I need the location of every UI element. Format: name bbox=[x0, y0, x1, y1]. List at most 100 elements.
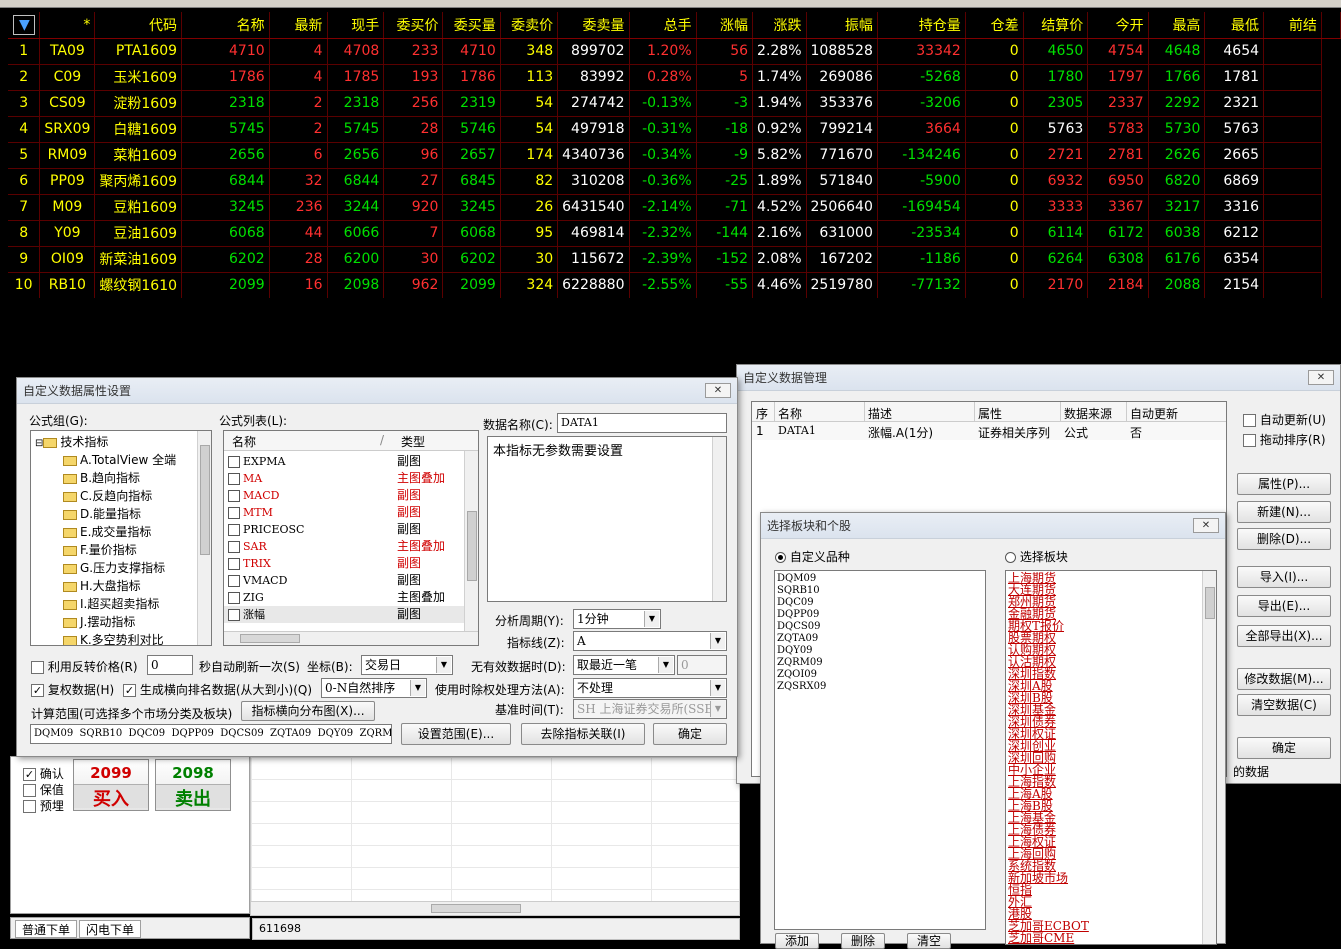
formula-item[interactable]: 涨幅 副图 bbox=[224, 606, 478, 623]
adjust-data-checkbox[interactable]: ✓ bbox=[31, 684, 44, 697]
table-row[interactable]: 1 DATA1 涨幅.A(1分) 证券相关序列 公式 否 bbox=[752, 422, 1226, 440]
table-row[interactable]: 6 PP09 聚丙烯1609 6844 32 6844 27 6845 82 310208 -0.3… bbox=[8, 168, 1341, 195]
tree-item[interactable]: D.能量指标 bbox=[35, 505, 207, 523]
collapse-icon[interactable]: ⊟ bbox=[35, 438, 43, 449]
new-button[interactable]: 新建(N)... bbox=[1237, 501, 1331, 523]
preorder-option[interactable]: 预埋 bbox=[23, 797, 64, 814]
list-item[interactable]: 新加坡市场 bbox=[1008, 872, 1214, 884]
column-header[interactable]: 前结 bbox=[1263, 12, 1322, 39]
list-item[interactable]: 外汇 bbox=[1008, 896, 1214, 908]
formula-item[interactable]: ZIG 主图叠加 bbox=[224, 589, 478, 606]
table-row[interactable]: 9 OI09 新菜油1609 6202 28 6200 30 6202 30 115672 -2.3… bbox=[8, 246, 1341, 273]
ok-button[interactable]: 确定 bbox=[1237, 737, 1331, 759]
list-item[interactable]: ZQTA09 bbox=[777, 633, 983, 645]
column-header[interactable]: 涨幅 bbox=[696, 12, 754, 39]
list-item[interactable]: DQC09 bbox=[777, 597, 983, 609]
import-button[interactable]: 导入(I)... bbox=[1237, 566, 1331, 588]
column-header[interactable]: 名称 bbox=[181, 12, 270, 39]
tab-flash-order[interactable]: 闪电下单 bbox=[79, 920, 142, 938]
list-column-header[interactable]: 自动更新 bbox=[1130, 405, 1178, 422]
preorder-checkbox[interactable] bbox=[23, 800, 36, 813]
block-list-scrollbar[interactable] bbox=[1202, 571, 1216, 944]
list-column-header[interactable]: 序 bbox=[756, 405, 768, 422]
column-header[interactable]: 最低 bbox=[1204, 12, 1265, 39]
formula-group-tree[interactable]: ⊟ 技术指标 A.TotalView 全端 B.趋向指标 C.反趋向指标 D.能量指标 E… bbox=[30, 430, 212, 646]
column-header[interactable]: 委卖价 bbox=[500, 12, 559, 39]
column-header[interactable]: 振幅 bbox=[806, 12, 878, 39]
set-range-button[interactable]: 设置范围(E)... bbox=[401, 723, 511, 745]
description-scrollbar[interactable] bbox=[712, 437, 726, 601]
rank-checkbox[interactable]: ✓ bbox=[123, 684, 136, 697]
table-row[interactable]: 8 Y09 豆油1609 6068 44 6066 7 6068 95 469814 -2.32% -… bbox=[8, 220, 1341, 247]
tree-item[interactable]: F.量价指标 bbox=[35, 541, 207, 559]
column-header[interactable]: 持仓量 bbox=[877, 12, 966, 39]
custom-code-list[interactable]: DQM09 SQRB10 DQC09 DQPP09 DQCS09 ZQTA09 DQY09 Z… bbox=[774, 570, 986, 930]
distribution-chart-button[interactable]: 指标横向分布图(X)... bbox=[241, 701, 375, 721]
formula-item[interactable]: MA 主图叠加 bbox=[224, 470, 478, 487]
tab-normal-order[interactable]: 普通下单 bbox=[15, 920, 78, 938]
list-item[interactable]: SQRB10 bbox=[777, 585, 983, 597]
invalid-data-select[interactable]: 取最近一笔 ▼ bbox=[573, 655, 675, 675]
tree-item[interactable]: I.超买超卖指标 bbox=[35, 595, 207, 613]
auto-update-checkbox[interactable] bbox=[1243, 414, 1256, 427]
column-header[interactable]: 代码 bbox=[94, 12, 183, 39]
column-header[interactable]: 涨跌 bbox=[752, 12, 807, 39]
list-column-header[interactable]: 名称 bbox=[778, 405, 802, 422]
list-item[interactable]: DQY09 bbox=[777, 645, 983, 657]
sort-arrow-icon[interactable]: ▼ bbox=[13, 14, 36, 35]
column-header[interactable]: * bbox=[39, 12, 96, 39]
list-item[interactable]: ZQRM09 bbox=[777, 657, 983, 669]
list-item[interactable]: DQPP09 bbox=[777, 609, 983, 621]
remove-association-button[interactable]: 去除指标关联(I) bbox=[521, 723, 645, 745]
axis-select[interactable]: 交易日 ▼ bbox=[361, 655, 453, 675]
formula-item[interactable]: EXPMA 副图 bbox=[224, 453, 478, 470]
indicator-line-select[interactable]: A ▼ bbox=[573, 631, 727, 651]
list-item[interactable]: ZQOI09 bbox=[777, 669, 983, 681]
horizontal-scrollbar[interactable] bbox=[251, 901, 739, 915]
buy-button[interactable]: 2099 买入 bbox=[73, 759, 149, 811]
tree-item[interactable]: H.大盘指标 bbox=[35, 577, 207, 595]
reverse-price-checkbox[interactable] bbox=[31, 661, 44, 674]
close-icon[interactable]: ✕ bbox=[1308, 370, 1334, 385]
sell-button[interactable]: 2098 卖出 bbox=[155, 759, 231, 811]
list-column-header[interactable]: 描述 bbox=[868, 405, 892, 422]
tree-item[interactable]: K.多空势利对比 bbox=[35, 631, 207, 645]
list-column-header[interactable]: 属性 bbox=[978, 405, 1002, 422]
table-row[interactable]: 7 M09 豆粕1609 3245 236 3244 920 3245 26 6431540 -2.… bbox=[8, 194, 1341, 221]
rank-select[interactable]: 0-N自然排序 ▼ bbox=[321, 678, 427, 698]
formula-list[interactable]: 名称 / 类型 EXPMA 副图 MA 主图叠加 MACD 副图 MTM 副图 PRICEOSC… bbox=[223, 430, 479, 646]
close-icon[interactable]: ✕ bbox=[1193, 518, 1219, 533]
table-row[interactable]: 3 CS09 淀粉1609 2318 2 2318 256 2319 54 274742 -0.13… bbox=[8, 90, 1341, 117]
clear-data-button[interactable]: 清空数据(C) bbox=[1237, 694, 1331, 716]
select-block-radio[interactable]: 选择板块 bbox=[1005, 548, 1068, 565]
column-header[interactable]: 最新 bbox=[269, 12, 328, 39]
export-button[interactable]: 导出(E)... bbox=[1237, 595, 1331, 617]
tree-item[interactable]: G.压力支撑指标 bbox=[35, 559, 207, 577]
formula-item[interactable]: TRIX 副图 bbox=[224, 555, 478, 572]
list-item[interactable]: 芝加哥CME bbox=[1008, 932, 1214, 944]
ok-button[interactable]: 确定 bbox=[653, 723, 727, 745]
formula-item[interactable]: VMACD 副图 bbox=[224, 572, 478, 589]
column-header[interactable]: 委买价 bbox=[383, 12, 444, 39]
tree-root[interactable]: ⊟ 技术指标 bbox=[35, 433, 207, 451]
formula-item[interactable]: SAR 主图叠加 bbox=[224, 538, 478, 555]
column-header[interactable]: 结算价 bbox=[1023, 12, 1089, 39]
reverse-price-option[interactable]: 利用反转价格(R) bbox=[31, 658, 138, 675]
list-item[interactable]: DQCS09 bbox=[777, 621, 983, 633]
scroll-thumb[interactable] bbox=[200, 445, 210, 555]
clear-button[interactable]: 清空 bbox=[907, 933, 951, 949]
tree-item[interactable]: A.TotalView 全端 bbox=[35, 451, 207, 469]
exright-select[interactable]: 不处理 ▼ bbox=[573, 678, 727, 698]
tree-item[interactable]: E.成交量指标 bbox=[35, 523, 207, 541]
column-header[interactable]: 总手 bbox=[629, 12, 697, 39]
formula-hscrollbar[interactable] bbox=[224, 631, 478, 645]
scroll-thumb[interactable] bbox=[467, 511, 477, 581]
table-row[interactable]: 4 SRX09 白糖1609 5745 2 5745 28 5746 54 497918 -0.31… bbox=[8, 116, 1341, 143]
scroll-thumb[interactable] bbox=[240, 634, 300, 643]
formula-item[interactable]: PRICEOSC 副图 bbox=[224, 521, 478, 538]
column-header[interactable]: 委买量 bbox=[442, 12, 501, 39]
column-header[interactable]: 最高 bbox=[1148, 12, 1206, 39]
tree-item[interactable]: J.摆动指标 bbox=[35, 613, 207, 631]
delete-button[interactable]: 删除 bbox=[841, 933, 885, 949]
radio-unselected-icon[interactable] bbox=[1005, 552, 1016, 563]
